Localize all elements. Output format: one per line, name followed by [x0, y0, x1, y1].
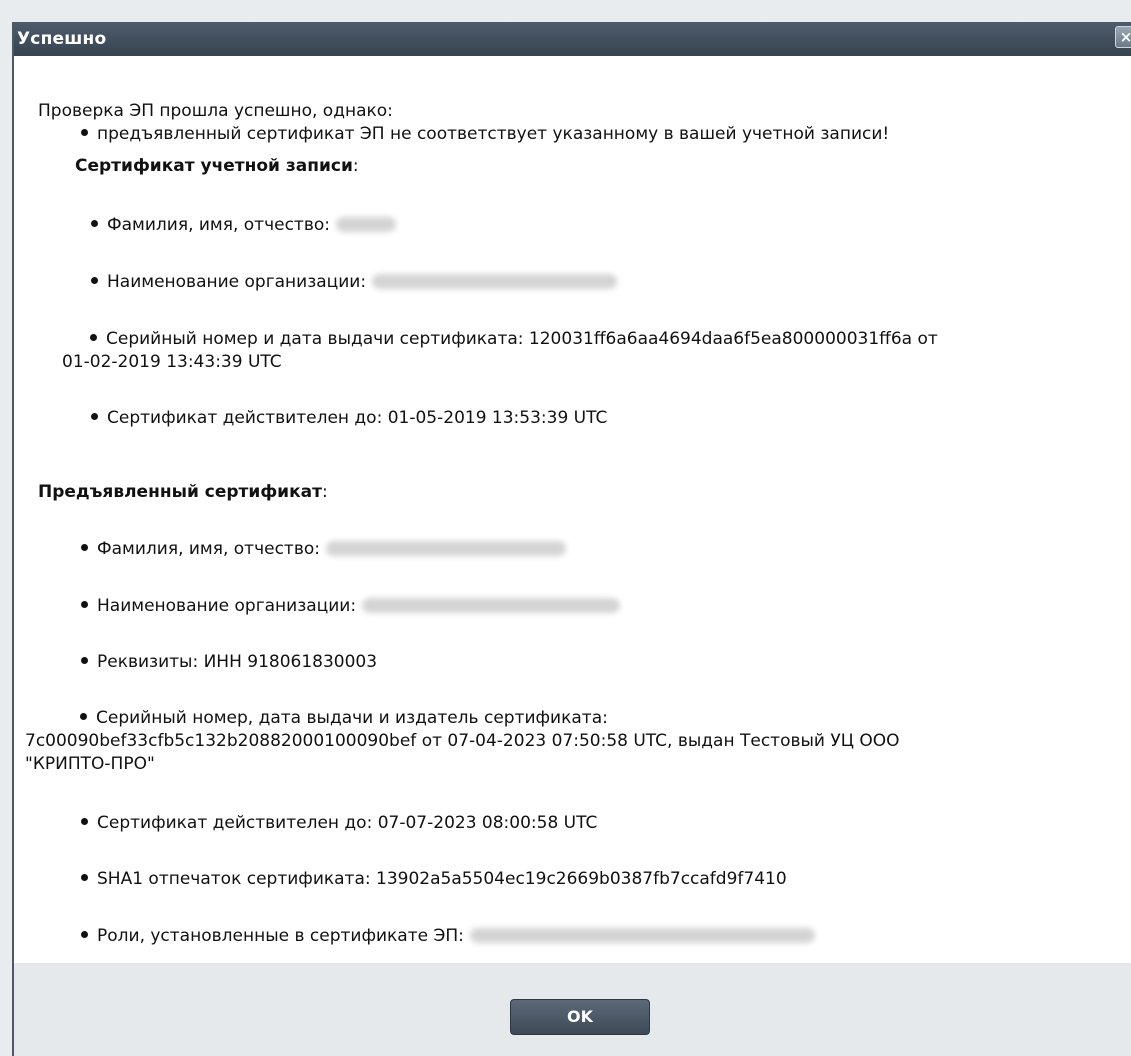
- redacted-fio: [325, 540, 566, 556]
- account-cert-heading-colon: :: [352, 156, 359, 176]
- presented-roles-item: Роли, установленные в сертификате ЭП:: [81, 925, 815, 947]
- account-fio-label: Фамилия, имя, отчество:: [107, 215, 330, 235]
- warning-text: предъявленный сертификат ЭП не соответст…: [97, 124, 890, 144]
- account-valid-text: Сертификат действителен до: 01-05-2019 1…: [107, 408, 608, 428]
- ok-button[interactable]: OK: [510, 999, 650, 1035]
- account-fio-item: Фамилия, имя, отчество:: [91, 214, 396, 236]
- presented-requisites-text: Реквизиты: ИНН 918061830003: [97, 652, 378, 672]
- account-cert-heading-text: Сертификат учетной записи: [75, 156, 353, 176]
- bullet-icon: [81, 930, 88, 938]
- bullet-icon: [91, 276, 98, 284]
- success-dialog: Успешно × Проверка ЭП прошла успешно, од…: [12, 22, 1131, 1056]
- bullet-icon: [90, 333, 97, 341]
- presented-cert-heading-text: Предъявленный сертификат: [38, 482, 322, 502]
- bullet-icon: [81, 543, 88, 551]
- dialog-footer: OK: [14, 963, 1131, 1056]
- account-serial-line1: Серийный номер и дата выдачи сертификата…: [106, 329, 938, 349]
- account-cert-heading: Сертификат учетной записи:: [75, 155, 359, 177]
- presented-serial-line2: 7c00090bef33cfb5c132b20882000100090bef о…: [25, 731, 900, 751]
- presented-cert-heading: Предъявленный сертификат:: [38, 481, 328, 503]
- bullet-icon: [91, 219, 98, 227]
- bullet-icon: [80, 712, 87, 720]
- redacted-roles: [469, 927, 815, 943]
- dialog-title: Успешно: [17, 29, 107, 49]
- redacted-org: [362, 597, 621, 613]
- presented-valid-text: Сертификат действителен до: 07-07-2023 0…: [97, 813, 598, 833]
- presented-org-label: Наименование организации:: [97, 596, 357, 616]
- bullet-icon: [81, 656, 88, 664]
- close-icon[interactable]: ×: [1115, 26, 1131, 48]
- bullet-icon: [81, 873, 88, 881]
- bullet-icon: [81, 817, 88, 825]
- warning-item: предъявленный сертификат ЭП не соответст…: [81, 123, 889, 145]
- account-org-item: Наименование организации:: [91, 271, 618, 293]
- presented-requisites-item: Реквизиты: ИНН 918061830003: [81, 651, 377, 673]
- bullet-icon: [81, 128, 88, 136]
- presented-serial-line1: Серийный номер, дата выдачи и издатель с…: [96, 708, 608, 728]
- redacted-fio: [335, 216, 396, 232]
- account-serial-item: Серийный номер и дата выдачи сертификата…: [90, 328, 938, 350]
- presented-org-item: Наименование организации:: [81, 595, 621, 617]
- presented-roles-label: Роли, установленные в сертификате ЭП:: [97, 926, 464, 946]
- presented-sha1-text: SHA1 отпечаток сертификата: 13902a5a5504…: [97, 869, 787, 889]
- account-valid-item: Сертификат действителен до: 01-05-2019 1…: [91, 407, 607, 429]
- presented-valid-item: Сертификат действителен до: 07-07-2023 0…: [81, 812, 597, 834]
- account-serial-line2: 01-02-2019 13:43:39 UTC: [62, 352, 282, 372]
- presented-fio-label: Фамилия, имя, отчество:: [97, 539, 320, 559]
- intro-text: Проверка ЭП прошла успешно, однако:: [38, 101, 393, 121]
- bullet-icon: [91, 412, 98, 420]
- redacted-org: [372, 273, 618, 289]
- presented-serial-line3: "КРИПТО-ПРО": [25, 754, 155, 774]
- presented-fio-item: Фамилия, имя, отчество:: [81, 538, 566, 560]
- dialog-content: Проверка ЭП прошла успешно, однако: пред…: [14, 56, 1131, 961]
- presented-cert-heading-colon: :: [321, 482, 328, 502]
- presented-sha1-item: SHA1 отпечаток сертификата: 13902a5a5504…: [81, 868, 787, 890]
- account-org-label: Наименование организации:: [107, 272, 367, 292]
- presented-serial-item: Серийный номер, дата выдачи и издатель с…: [80, 707, 608, 729]
- bullet-icon: [81, 600, 88, 608]
- dialog-titlebar[interactable]: Успешно ×: [14, 22, 1131, 56]
